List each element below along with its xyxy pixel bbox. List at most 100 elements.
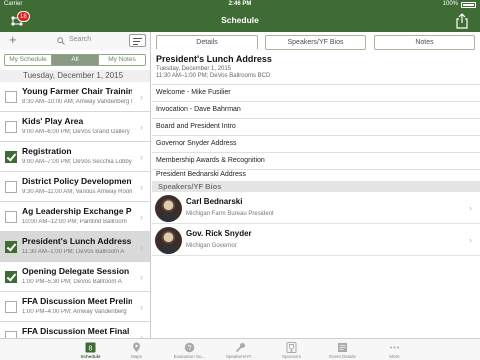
schedule-checkbox[interactable] (5, 301, 17, 313)
filter-line-icon (133, 38, 142, 39)
agenda-item: Board and President Intro (152, 118, 480, 135)
question-icon: ? (184, 342, 195, 353)
speaker-role: Michigan Farm Bureau President (186, 211, 274, 217)
status-bar: Carrier 2:46 PM 100% (0, 0, 480, 10)
battery-percent: 100% (442, 1, 458, 7)
speaker-role: Michigan Governor (186, 243, 237, 249)
tab-details[interactable]: Details (156, 35, 258, 50)
battery-icon (461, 2, 476, 8)
chevron-right-icon: › (140, 122, 143, 132)
list-item[interactable]: District Policy Development 9:30 AM–11:0… (0, 172, 150, 202)
chevron-right-icon: › (140, 272, 143, 282)
tabbar-label: More (389, 354, 400, 359)
svg-text:?: ? (188, 345, 192, 352)
tabbar-label: Event Details (329, 354, 356, 359)
segment-my-schedule[interactable]: My Schedule (5, 55, 52, 65)
speaker-row[interactable]: Gov. Rick Snyder Michigan Governor › (152, 224, 480, 256)
agenda-item: Welcome - Mike Fusilier (152, 84, 480, 101)
schedule-list-panel: + Search My Schedule All My Notes Tuesda… (0, 32, 151, 338)
avatar (155, 227, 182, 254)
segment-all[interactable]: All (52, 55, 99, 65)
event-detail-time-location: 11:30 AM–1:00 PM; DeVos Ballrooms BCD (156, 73, 271, 79)
list-toolbar: + Search (0, 32, 150, 50)
chevron-right-icon: › (140, 302, 143, 312)
tabbar-maps[interactable]: Maps (110, 340, 163, 360)
event-title: Ag Leadership Exchange Program (22, 206, 132, 216)
clock: 2:46 PM (228, 1, 252, 7)
tabbar-evaluation[interactable]: ? Evaluation Su... (163, 340, 216, 360)
list-item[interactable]: Kids' Play Area 9:00 AM–6:00 PM; DeVos G… (0, 112, 150, 142)
event-title: President's Lunch Address (22, 236, 132, 246)
event-title: Registration (22, 146, 72, 156)
event-title: Kids' Play Area (22, 116, 84, 126)
event-detail-date: Tuesday, December 1, 2015 (156, 66, 232, 72)
filter-line-icon (133, 41, 140, 42)
segment-my-notes[interactable]: My Notes (99, 55, 145, 65)
schedule-checkbox[interactable] (5, 211, 17, 223)
list-item[interactable]: Ag Leadership Exchange Program 10:00 AM–… (0, 202, 150, 232)
schedule-checkbox[interactable] (5, 241, 17, 253)
chevron-right-icon: › (140, 152, 143, 162)
event-title: District Policy Development (22, 176, 132, 186)
event-subtitle: 9:00 AM–6:00 PM; DeVos Grand Gallery (22, 129, 130, 135)
tabbar-label: Sponsors (281, 354, 301, 359)
schedule-checkbox[interactable] (5, 151, 17, 163)
event-detail-title: President's Lunch Address (156, 54, 272, 64)
share-icon[interactable] (455, 13, 469, 29)
agenda-item: Governor Snyder Address (152, 135, 480, 152)
calendar-badge: 8 (89, 346, 93, 353)
tab-notes[interactable]: Notes (374, 35, 475, 50)
nav-bar: 18 Schedule (0, 10, 480, 32)
event-title: Opening Delegate Session (22, 266, 130, 276)
event-subtitle: 8:30 AM–10:00 AM; Amway Vandenberg Room (22, 99, 132, 105)
search-input[interactable]: Search (57, 36, 113, 46)
event-subtitle: 11:30 AM–1:00 PM; DeVos Ballroom A (22, 249, 125, 255)
schedule-checkbox[interactable] (5, 331, 17, 338)
speaker-row[interactable]: Carl Bednarski Michigan Farm Bureau Pres… (152, 192, 480, 224)
tabbar-more[interactable]: More (368, 340, 421, 360)
tabbar-label: Speakers/YF... (225, 354, 256, 359)
filter-button[interactable] (129, 34, 146, 47)
list-item[interactable]: FFA Discussion Meet Preliminary 1:00 PM–… (0, 292, 150, 322)
chevron-right-icon: › (469, 203, 472, 213)
event-subtitle: 10:00 AM–12:00 PM; Pantlind Ballroom (22, 219, 127, 225)
avatar (155, 195, 182, 222)
chevron-right-icon: › (140, 212, 143, 222)
schedule-checkbox[interactable] (5, 271, 17, 283)
tabbar-sponsors[interactable]: Sponsors (265, 340, 318, 360)
tabbar-label: Evaluation Su... (173, 354, 206, 359)
chevron-right-icon: › (140, 242, 143, 252)
schedule-segmented-control: My Schedule All My Notes (4, 54, 146, 66)
event-subtitle: 9:00 AM–7:00 PM; DeVos Secchia Lobby (22, 159, 132, 165)
event-subtitle: 1:00 PM–4:00 PM; Amway Vandenberg (22, 309, 127, 315)
agenda-item: President Bednarski Address (152, 169, 480, 181)
document-icon (338, 343, 347, 352)
add-button[interactable]: + (9, 33, 17, 47)
list-item[interactable]: FFA Discussion Meet Final › (0, 322, 150, 338)
event-title: FFA Discussion Meet Preliminary (22, 296, 132, 306)
tabbar-event-details[interactable]: Event Details (316, 340, 369, 360)
detail-tabs: Details Speakers/YF Bios Notes (152, 35, 480, 50)
event-detail-panel: Details Speakers/YF Bios Notes President… (152, 32, 480, 338)
date-section-header: Tuesday, December 1, 2015 (0, 70, 150, 82)
speaker-name: Carl Bednarski (186, 197, 243, 206)
schedule-checkbox[interactable] (5, 91, 17, 103)
chevron-right-icon: › (140, 182, 143, 192)
speaker-name: Gov. Rick Snyder (186, 229, 252, 238)
map-pin-icon (133, 342, 140, 352)
chevron-right-icon: › (469, 235, 472, 245)
more-icon (390, 346, 399, 349)
schedule-checkbox[interactable] (5, 181, 17, 193)
tab-speakers-bios[interactable]: Speakers/YF Bios (265, 35, 366, 50)
list-item[interactable]: Registration 9:00 AM–7:00 PM; DeVos Secc… (0, 142, 150, 172)
schedule-checkbox[interactable] (5, 121, 17, 133)
speakers-section-header: Speakers/YF Bios (152, 181, 480, 192)
list-item[interactable]: Opening Delegate Session 1:00 PM–5:30 PM… (0, 262, 150, 292)
filter-line-icon (133, 44, 138, 45)
tabbar-speakers[interactable]: Speakers/YF... (214, 340, 267, 360)
list-item-selected[interactable]: President's Lunch Address 11:30 AM–1:00 … (0, 232, 150, 262)
trophy-icon (286, 342, 297, 353)
list-item[interactable]: Young Farmer Chair Training 8:30 AM–10:0… (0, 82, 150, 112)
event-subtitle: 9:30 AM–11:00 AM; Various Amway Rooms (22, 189, 132, 195)
agenda-item: Membership Awards & Recognition (152, 152, 480, 169)
